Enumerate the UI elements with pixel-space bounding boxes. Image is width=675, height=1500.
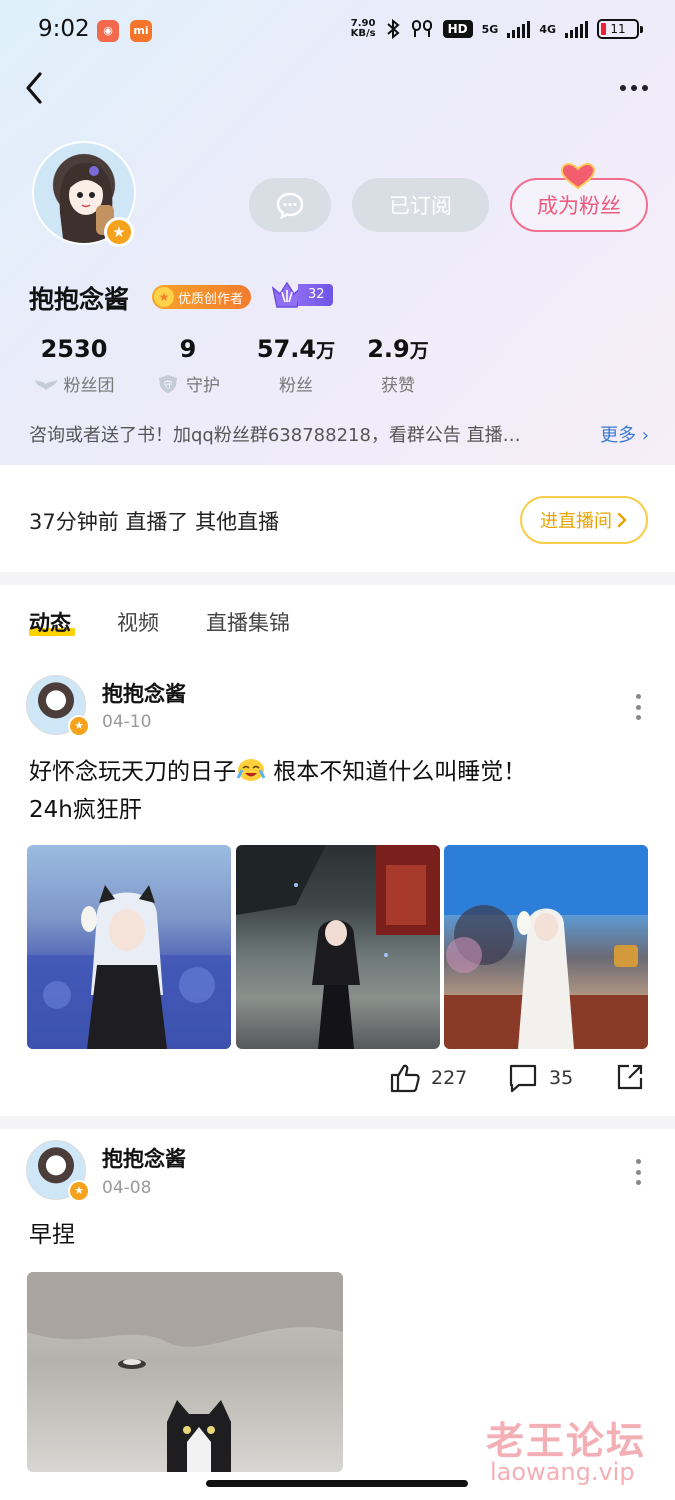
verified-star-icon: ★ <box>68 715 90 737</box>
verified-star-icon: ★ <box>68 1180 90 1202</box>
watermark-text: 老王论坛 <box>486 1419 647 1463</box>
share-icon <box>617 1064 643 1090</box>
chevron-right-icon <box>617 512 627 528</box>
more-options-button[interactable] <box>617 78 651 98</box>
stat-followers[interactable]: 57.4万 粉丝 <box>254 335 338 396</box>
heart-icon <box>560 162 596 190</box>
post-text: 早捏 <box>29 1222 75 1248</box>
post-author-name[interactable]: 抱抱念酱 <box>102 678 186 708</box>
share-button[interactable] <box>615 1062 645 1092</box>
thumbs-up-icon <box>390 1064 420 1093</box>
svg-text:守: 守 <box>163 379 172 391</box>
profile-avatar[interactable]: ★ <box>32 141 138 247</box>
post-divider <box>0 1116 675 1129</box>
post-menu-button[interactable] <box>634 694 642 720</box>
tab-dynamics[interactable]: 动态 <box>29 607 71 637</box>
post-date: 04-08 <box>102 1178 152 1198</box>
status-time: 9:02 <box>38 16 90 42</box>
creator-star-icon: ★ <box>154 287 174 307</box>
post-author-avatar[interactable]: ★ <box>26 675 90 737</box>
post-image[interactable] <box>27 845 231 1049</box>
post-author-avatar[interactable]: ★ <box>26 1140 90 1202</box>
notification-app-icon: ◉ <box>97 20 119 42</box>
content-tabs: 动态 视频 直播集锦 <box>0 585 675 655</box>
fan-club-wings-icon <box>34 379 57 390</box>
post-action-bar: 227 35 <box>0 1062 675 1102</box>
signal-5g-icon <box>507 20 531 38</box>
creator-badge: ★ 优质创作者 <box>152 285 252 309</box>
guard-shield-icon: 守 <box>159 374 177 393</box>
home-indicator[interactable] <box>206 1480 468 1487</box>
post-image[interactable] <box>27 1272 343 1472</box>
comment-button[interactable]: 35 <box>507 1062 573 1094</box>
signal-4g-icon <box>565 20 588 38</box>
post-date: 04-10 <box>102 712 152 732</box>
profile-bio: 咨询或者送了书！加qq粉丝群638788218，看群公告 直播… 更多 › <box>29 421 649 447</box>
back-button[interactable] <box>22 70 52 106</box>
message-button[interactable] <box>249 178 331 232</box>
post-menu-button[interactable] <box>634 1159 642 1185</box>
stat-likes[interactable]: 2.9万 获赞 <box>362 335 434 396</box>
signal-5g-label: 5G <box>481 22 499 36</box>
post-image[interactable] <box>444 845 648 1049</box>
signal-4g-label: 4G <box>539 22 556 36</box>
comment-icon <box>509 1064 537 1093</box>
hd-voice-icon: HD <box>442 20 473 38</box>
bluetooth-icon <box>386 18 400 40</box>
post-image[interactable] <box>236 845 440 1049</box>
status-bar: 9:02 ◉ mi 7.90 KB/s HD 5G 4G 11 <box>0 0 675 62</box>
section-divider <box>0 572 675 585</box>
crying-emoji-icon <box>236 759 266 781</box>
post-author-name[interactable]: 抱抱念酱 <box>102 1143 186 1173</box>
watermark-url: laowang.vip <box>490 1458 635 1486</box>
like-button[interactable]: 227 <box>389 1062 467 1094</box>
chat-bubble-icon <box>276 192 304 219</box>
post-text: 好怀念玩天刀的日子 根本不知道什么叫睡觉！ 24h疯狂肝 <box>29 759 527 823</box>
stat-fan-club[interactable]: 2530 粉丝团 <box>28 335 120 396</box>
stat-guard[interactable]: 9 守 守护 <box>150 335 226 396</box>
tab-live-highlights[interactable]: 直播集锦 <box>206 607 290 637</box>
level-badge[interactable]: 32 <box>270 280 333 310</box>
bio-more-link[interactable]: 更多 › <box>600 421 649 447</box>
mi-app-icon: mi <box>130 20 152 42</box>
live-status-row: 37分钟前 直播了 其他直播 进直播间 <box>0 466 675 572</box>
enter-live-room-button[interactable]: 进直播间 <box>520 496 648 544</box>
battery-icon: 11 <box>597 19 643 39</box>
tab-videos[interactable]: 视频 <box>117 607 159 637</box>
profile-name: 抱抱念酱 <box>29 285 130 314</box>
subscribed-button[interactable]: 已订阅 <box>352 178 489 232</box>
verified-star-icon: ★ <box>104 217 134 247</box>
network-speed: 7.90 KB/s <box>350 18 376 39</box>
earbuds-icon <box>411 20 432 37</box>
live-status-text: 37分钟前 直播了 其他直播 <box>29 510 280 534</box>
